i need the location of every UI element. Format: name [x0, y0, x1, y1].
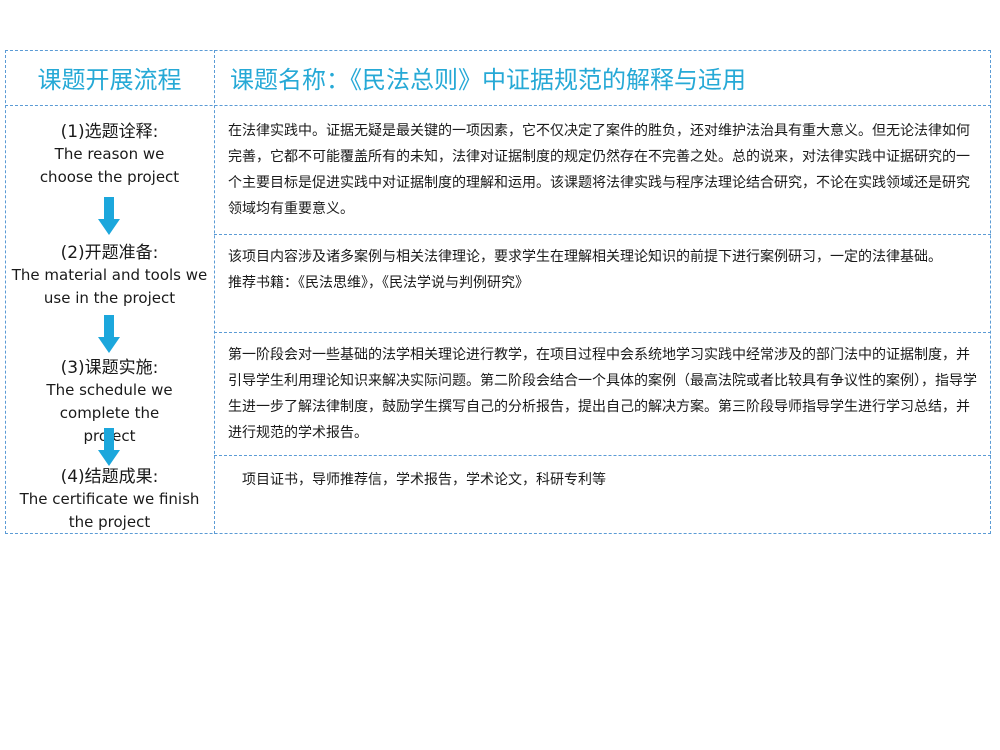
step-1: (1)选题诠释: The reason we choose the projec… — [5, 121, 214, 189]
arrow-down-icon — [98, 428, 120, 468]
arrow-down-icon — [98, 197, 120, 237]
step-3-paragraph: 第一阶段会对一些基础的法学相关理论进行教学，在项目过程中会系统地学习实践中经常涉… — [228, 347, 977, 441]
header-divider — [5, 105, 991, 106]
step-2-description: 该项目内容涉及诸多案例与相关法律理论，要求学生在理解相关理论知识的前提下进行案例… — [228, 244, 978, 296]
step-1-title-cn: (1)选题诠释: — [60, 122, 159, 142]
step-1-title-en: The reason we choose the project — [39, 145, 180, 186]
step-2-title-en: The material and tools we use in the pro… — [11, 266, 208, 307]
row-divider-1 — [214, 234, 991, 235]
row-divider-3 — [214, 455, 991, 456]
step-1-paragraph: 在法律实践中。证据无疑是最关键的一项因素，它不仅决定了案件的胜负，还对维护法治具… — [228, 123, 970, 217]
row-divider-2 — [214, 332, 991, 333]
step-4: (4)结题成果: The certificate we finish the p… — [5, 466, 214, 534]
step-4-description: 项目证书，导师推荐信，学术报告，学术论文，科研专利等 — [242, 467, 992, 493]
step-2: (2)开题准备: The material and tools we use i… — [5, 242, 214, 310]
step-3-title-cn: (3)课题实施: — [60, 358, 159, 378]
process-header: 课题开展流程 — [37, 66, 182, 94]
step-2-books: 推荐书籍：《民法思维》，《民法学说与判例研究》 — [228, 275, 529, 291]
step-4-paragraph: 项目证书，导师推荐信，学术报告，学术论文，科研专利等 — [242, 472, 606, 488]
column-divider — [214, 50, 215, 534]
step-2-title-cn: (2)开题准备: — [60, 243, 159, 263]
step-4-title-cn: (4)结题成果: — [60, 467, 159, 487]
project-title: 课题名称：《民法总则》中证据规范的解释与适用 — [230, 66, 746, 94]
arrow-down-icon — [98, 315, 120, 355]
step-2-paragraph: 该项目内容涉及诸多案例与相关法律理论，要求学生在理解相关理论知识的前提下进行案例… — [228, 249, 942, 265]
step-1-description: 在法律实践中。证据无疑是最关键的一项因素，它不仅决定了案件的胜负，还对维护法治具… — [228, 118, 978, 222]
step-4-title-en: The certificate we finish the project — [19, 490, 200, 531]
step-3-description: 第一阶段会对一些基础的法学相关理论进行教学，在项目过程中会系统地学习实践中经常涉… — [228, 342, 978, 446]
